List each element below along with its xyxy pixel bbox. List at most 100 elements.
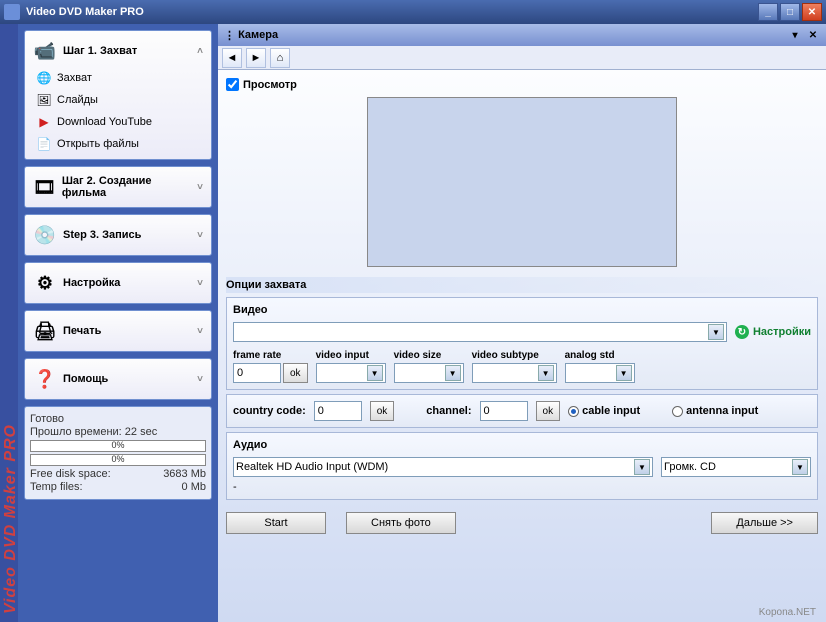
watermark: Kopona.NET — [759, 607, 816, 618]
sidebar-help[interactable]: ❓ Помощь ˅ — [24, 358, 212, 400]
antenna-input-radio[interactable]: antenna input — [672, 405, 758, 417]
channel-label: channel: — [426, 405, 471, 417]
chevron-down-icon: ▼ — [708, 324, 724, 340]
sidebar-item-capture[interactable]: 🌐 Захват — [37, 71, 203, 85]
chevron-down-icon: ▼ — [616, 365, 632, 381]
image-icon: 🖼 — [37, 93, 51, 107]
audio-dash: - — [233, 481, 811, 493]
home-button[interactable]: ⌂ — [270, 48, 290, 68]
sidebar-item-open-files[interactable]: 📄 Открыть файлы — [37, 137, 203, 151]
panel-titlebar: ⋮ Камера ▾ ✕ — [218, 24, 826, 46]
camera-icon: 📹 — [33, 39, 57, 63]
film-icon: 🎞 — [33, 175, 56, 199]
chevron-up-icon: ˄ — [197, 46, 203, 57]
sidebar-help-title: Помощь — [63, 373, 108, 385]
analog-std-combo[interactable]: ▼ — [565, 363, 635, 383]
content-area: Просмотр Опции захвата Видео ▼ ↻ Настрой… — [218, 70, 826, 622]
sidebar-step2-title: Шаг 2. Создание фильма — [62, 175, 191, 199]
close-button[interactable]: ✕ — [802, 3, 822, 21]
toolbar: ◄ ► ⌂ — [218, 46, 826, 70]
button-bar: Start Снять фото Дальше >> — [226, 504, 818, 542]
back-button[interactable]: ◄ — [222, 48, 242, 68]
video-settings-link[interactable]: ↻ Настройки — [735, 325, 811, 339]
grip-icon: ⋮ — [224, 29, 235, 42]
frame-rate-input[interactable]: 0 — [233, 363, 281, 383]
app-icon — [4, 4, 20, 20]
chevron-down-icon: ˅ — [197, 278, 203, 289]
status-temp-files: Temp files: 0 Mb — [30, 481, 206, 493]
audio-group: Аудио Realtek HD Audio Input (WDM) ▼ Гро… — [226, 432, 818, 500]
status-ready: Готово — [30, 413, 206, 425]
chevron-down-icon: ˅ — [197, 182, 203, 193]
chevron-down-icon: ▼ — [445, 365, 461, 381]
youtube-icon: ▶ — [37, 115, 51, 129]
sidebar-item-youtube[interactable]: ▶ Download YouTube — [37, 115, 203, 129]
pin-icon[interactable]: ▾ — [788, 28, 802, 42]
chevron-down-icon: ˅ — [197, 230, 203, 241]
video-size-combo[interactable]: ▼ — [394, 363, 464, 383]
video-device-combo[interactable]: ▼ — [233, 322, 727, 342]
sidebar-step1-header[interactable]: 📹 Шаг 1. Захват ˄ — [29, 35, 207, 67]
disc-icon: 💿 — [33, 223, 57, 247]
refresh-icon: ↻ — [735, 325, 749, 339]
country-code-input[interactable]: 0 — [314, 401, 362, 421]
sidebar-item-label: Слайды — [57, 94, 98, 106]
preview-area — [367, 97, 677, 267]
panel-close-icon[interactable]: ✕ — [806, 28, 820, 42]
sidebar-print[interactable]: 🖨 Печать ˅ — [24, 310, 212, 352]
analog-std-label: analog std — [565, 350, 635, 361]
audio-section-label: Аудио — [233, 439, 811, 451]
window-title: Video DVD Maker PRO — [26, 6, 758, 18]
status-panel: Готово Прошло времени: 22 sec 0% 0% Free… — [24, 406, 212, 500]
titlebar: Video DVD Maker PRO _ □ ✕ — [0, 0, 826, 24]
start-button[interactable]: Start — [226, 512, 326, 534]
file-icon: 📄 — [37, 137, 51, 151]
video-subtype-combo[interactable]: ▼ — [472, 363, 557, 383]
sidebar-item-label: Download YouTube — [57, 116, 152, 128]
sidebar-step3[interactable]: 💿 Step 3. Запись ˅ — [24, 214, 212, 256]
help-icon: ❓ — [33, 367, 57, 391]
minimize-button[interactable]: _ — [758, 3, 778, 21]
snap-photo-button[interactable]: Снять фото — [346, 512, 456, 534]
forward-button[interactable]: ► — [246, 48, 266, 68]
radio-dot-icon — [672, 406, 683, 417]
sidebar-step1: 📹 Шаг 1. Захват ˄ 🌐 Захват 🖼 Слайды ▶ — [24, 30, 212, 160]
status-elapsed: Прошло времени: 22 sec — [30, 426, 206, 438]
sidebar-item-slides[interactable]: 🖼 Слайды — [37, 93, 203, 107]
sidebar-item-label: Открыть файлы — [57, 138, 139, 150]
sidebar-step1-title: Шаг 1. Захват — [63, 45, 137, 57]
channel-input[interactable]: 0 — [480, 401, 528, 421]
video-input-label: video input — [316, 350, 386, 361]
chevron-down-icon: ˅ — [197, 374, 203, 385]
channel-ok-button[interactable]: ok — [536, 401, 561, 421]
audio-device-combo[interactable]: Realtek HD Audio Input (WDM) ▼ — [233, 457, 653, 477]
video-section-label: Видео — [233, 304, 811, 316]
panel-title: Камера — [238, 29, 278, 41]
video-subtype-label: video subtype — [472, 350, 557, 361]
app-window: Video DVD Maker PRO _ □ ✕ Video DVD Make… — [0, 0, 826, 622]
country-code-ok-button[interactable]: ok — [370, 401, 395, 421]
chevron-down-icon: ▼ — [538, 365, 554, 381]
combo-value: Громк. CD — [664, 461, 716, 473]
maximize-button[interactable]: □ — [780, 3, 800, 21]
preview-checkbox-input[interactable] — [226, 78, 239, 91]
frame-rate-ok-button[interactable]: ok — [283, 363, 308, 383]
sidebar-print-title: Печать — [63, 325, 101, 337]
chevron-down-icon: ▼ — [634, 459, 650, 475]
status-free-space: Free disk space: 3683 Mb — [30, 468, 206, 480]
cable-input-radio[interactable]: cable input — [568, 405, 640, 417]
tuner-group: country code: 0 ok channel: 0 ok cable i… — [226, 394, 818, 428]
audio-line-combo[interactable]: Громк. CD ▼ — [661, 457, 811, 477]
preview-checkbox[interactable]: Просмотр — [226, 78, 818, 91]
sidebar-settings-title: Настройка — [63, 277, 120, 289]
progress-bar-1: 0% — [30, 440, 206, 452]
next-button[interactable]: Дальше >> — [711, 512, 818, 534]
sidebar-step3-title: Step 3. Запись — [63, 229, 141, 241]
sidebar-settings[interactable]: ⚙ Настройка ˅ — [24, 262, 212, 304]
sidebar-step2[interactable]: 🎞 Шаг 2. Создание фильма ˅ — [24, 166, 212, 208]
chevron-down-icon: ▼ — [792, 459, 808, 475]
chevron-down-icon: ˅ — [197, 326, 203, 337]
main-panel: ⋮ Камера ▾ ✕ ◄ ► ⌂ Просмотр Опции захват… — [218, 24, 826, 622]
chevron-down-icon: ▼ — [367, 365, 383, 381]
video-input-combo[interactable]: ▼ — [316, 363, 386, 383]
